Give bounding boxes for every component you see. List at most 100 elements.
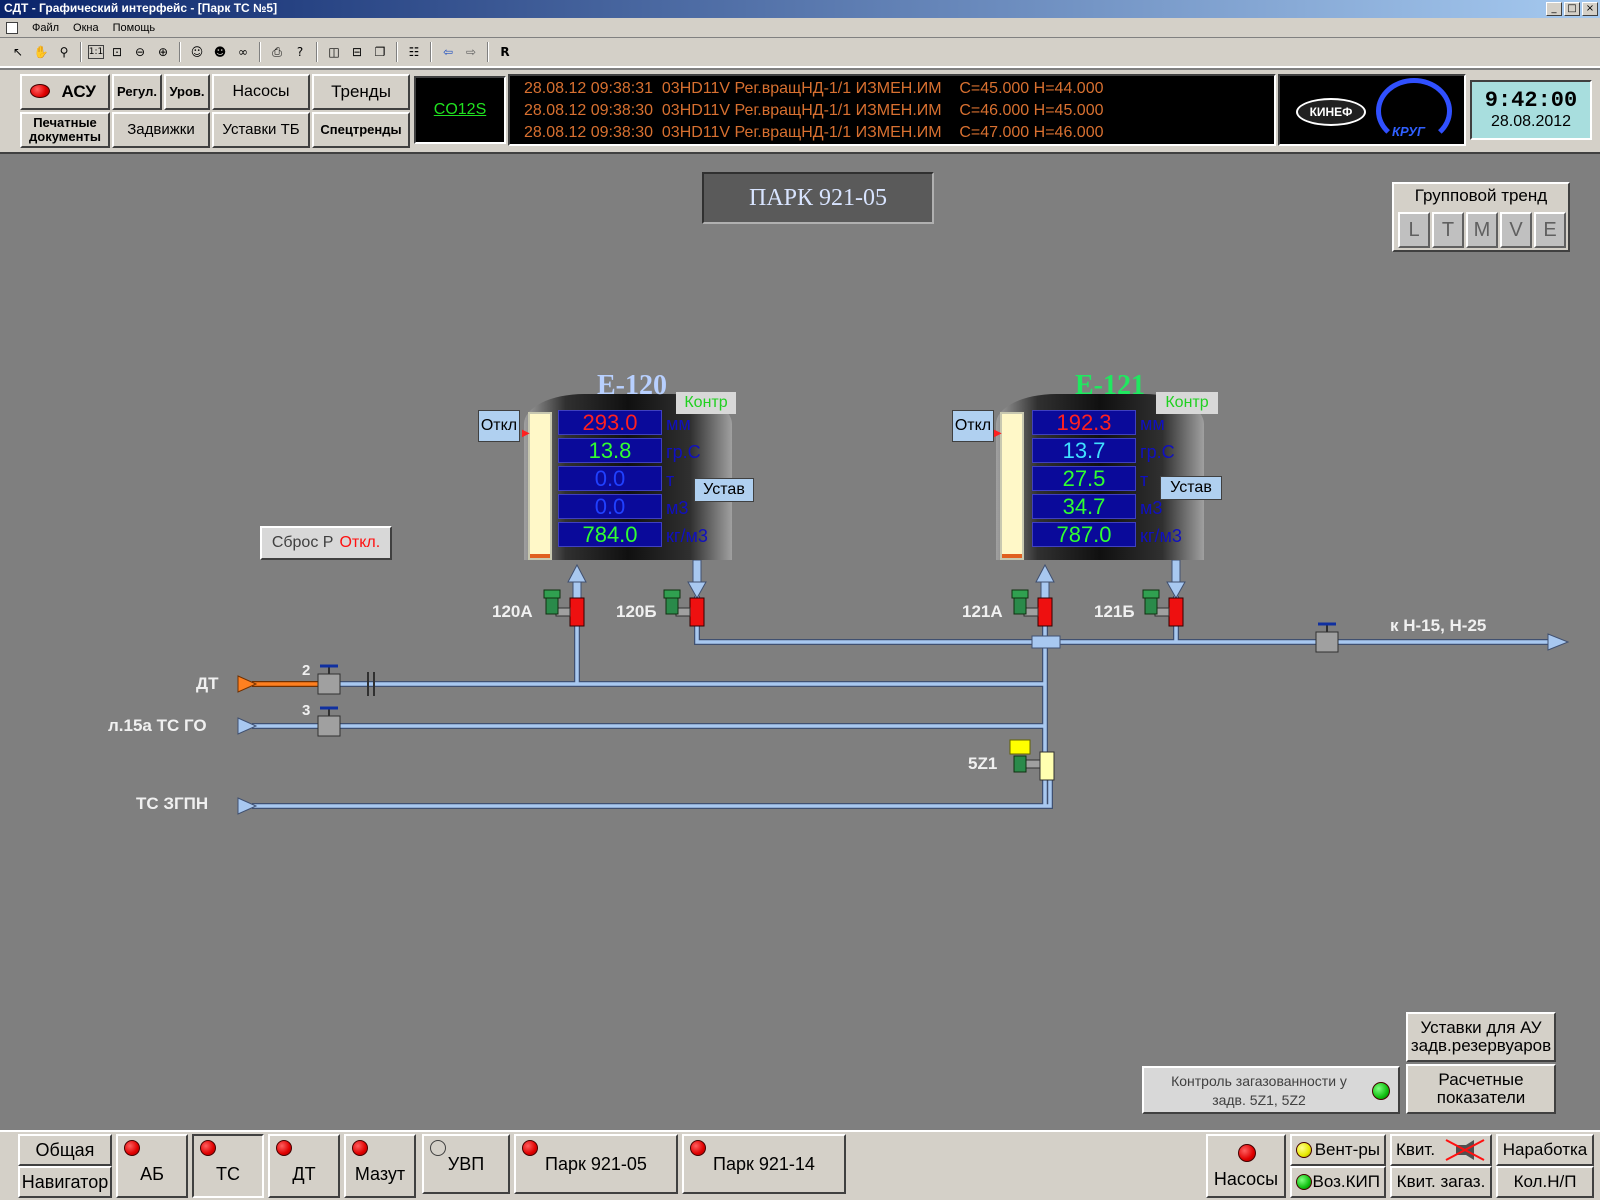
tab-label: АБ [140,1163,164,1184]
valve-3-label: 3 [302,702,311,719]
valve-121a-label: 121А [962,602,1003,621]
nasosy-nav-button[interactable]: Насосы [1206,1134,1286,1198]
arrow-up-120a [567,563,587,583]
unit-t: т [666,470,675,490]
arrow-up-121a [1035,563,1055,583]
level-fill [1002,553,1022,558]
pipes [252,596,1548,809]
tank-e121-title: Е-121 [1075,370,1145,401]
tank-e121-kontr[interactable]: Контр [1156,392,1218,414]
valve-121b-label: 121Б [1094,602,1135,621]
tab-status-lamp [522,1140,538,1156]
tank-e121-volume-value: 34.7 [1032,494,1136,519]
tank-e120-title: Е-120 [597,370,667,401]
gas-status-lamp [1372,1082,1390,1100]
kvit-label: Квит. [1396,1140,1436,1159]
nasosy-label: Насосы [1213,1168,1279,1189]
level-gauge [528,412,552,560]
line-l15-label: л.15а ТС ГО [108,716,207,735]
tank-e120-level-value: 293.0 [558,410,662,435]
tab-dt[interactable]: ДТ [268,1134,340,1198]
raschet-button[interactable]: Расчетные показатели [1406,1064,1556,1114]
voz-kip-label: Воз.КИП [1312,1172,1380,1191]
tab-label: УВП [447,1153,485,1174]
tank-e121-mass-value: 27.5 [1032,466,1136,491]
tab-label: ДТ [292,1163,316,1184]
tab-status-lamp [430,1140,446,1156]
outlet-arrow [1547,633,1570,651]
tank-e121-ustav-button[interactable]: Устав [1160,476,1222,500]
tank-e121-density-value: 787.0 [1032,522,1136,547]
tab-park-921-05[interactable]: Парк 921-05 [514,1134,678,1194]
obshaya-button[interactable]: Общая [18,1134,112,1166]
tank-e121-otkl-button[interactable]: Откл [952,410,994,442]
ustavki-au-button[interactable]: Уставки для АУ задв.резервуаров [1406,1012,1556,1062]
tank-e120-volume-value: 0.0 [558,494,662,519]
unit-grc: гр.С [1140,442,1175,462]
vent-label: Вент-ры [1314,1140,1380,1159]
level-marker-icon: ▶ [994,428,1002,439]
tab-uvp[interactable]: УВП [422,1134,510,1194]
unit-mm: мм [666,414,691,434]
mute-speaker-icon [1444,1138,1486,1162]
valve-120a-label: 120А [492,602,533,621]
line-tszgpn-label: ТС ЗГПН [136,794,209,813]
arrow-down-121b [1166,581,1186,600]
unit-grc: гр.С [666,442,701,462]
dt-inlet-arrow [237,675,258,693]
tab-status-lamp [690,1140,706,1156]
tank-e120-density-value: 784.0 [558,522,662,547]
vent-button[interactable]: Вент-ры [1290,1134,1386,1166]
tank-e120-otkl-button[interactable]: Откл [478,410,520,442]
tank-e120-mass-value: 0.0 [558,466,662,491]
unit-m3: м3 [666,498,689,518]
kvit-zagaz-button[interactable]: Квит. загаз. [1390,1166,1492,1198]
kvit-button[interactable]: Квит. [1390,1134,1492,1166]
tab-label: ТС [216,1163,240,1184]
valve-120b-label: 120Б [616,602,657,621]
tank-e121-level-value: 192.3 [1032,410,1136,435]
level-marker-icon: ▶ [522,428,530,439]
tank-e120-kontr[interactable]: Контр [676,392,736,414]
tab-label: Парк 921-14 [713,1153,815,1174]
l15-inlet-arrow [237,717,258,735]
tank-e120-ustav-button[interactable]: Устав [694,478,754,502]
tab-ts[interactable]: ТС [192,1134,264,1198]
tab-label: Парк 921-05 [545,1153,647,1174]
vent-status-lamp [1296,1142,1312,1158]
valve-outlet [1315,622,1339,653]
voz-kip-status-lamp [1296,1174,1312,1190]
unit-mm: мм [1140,414,1165,434]
narabotka-button[interactable]: Наработка [1496,1134,1594,1166]
tszgpn-inlet-arrow [237,797,258,815]
tab-label: Мазут [354,1163,406,1184]
valve-2 [317,664,341,695]
valve-2-label: 2 [302,662,311,679]
unit-kgm3: кг/м3 [666,526,708,546]
valve-5z1-label: 5Z1 [968,754,998,773]
gas-control-label: Контроль загазованности у задв. 5Z1, 5Z2 [1171,1073,1347,1108]
unit-t: т [1140,470,1149,490]
tab-status-lamp [276,1140,292,1156]
tank-e121-temp-value: 13.7 [1032,438,1136,463]
line-dt-label: ДТ [196,674,219,693]
navigator-button[interactable]: Навигатор [18,1166,112,1198]
tab-park-921-14[interactable]: Парк 921-14 [682,1134,846,1194]
arrow-down-120b [687,581,707,600]
line-out-label: к Н-15, Н-25 [1390,616,1487,635]
unit-m3: м3 [1140,498,1163,518]
tab-status-lamp [352,1140,368,1156]
tab-status-lamp [124,1140,140,1156]
tab-ab[interactable]: АБ [116,1134,188,1198]
level-fill [530,553,550,558]
level-gauge [1000,412,1024,560]
kol-np-button[interactable]: Кол.Н/П [1496,1166,1594,1198]
pipe-diagram [237,559,1570,815]
tab-mazut[interactable]: Мазут [344,1134,416,1198]
tank-e120-temp-value: 13.8 [558,438,662,463]
gas-control-panel[interactable]: Контроль загазованности у задв. 5Z1, 5Z2 [1142,1066,1400,1114]
voz-kip-button[interactable]: Воз.КИП [1290,1166,1386,1198]
nasosy-status-lamp [1238,1144,1256,1162]
valve-3 [317,706,341,737]
bottom-nav: Общая Навигатор АБ ТС ДТ Мазут УВП Парк … [0,1130,1600,1200]
